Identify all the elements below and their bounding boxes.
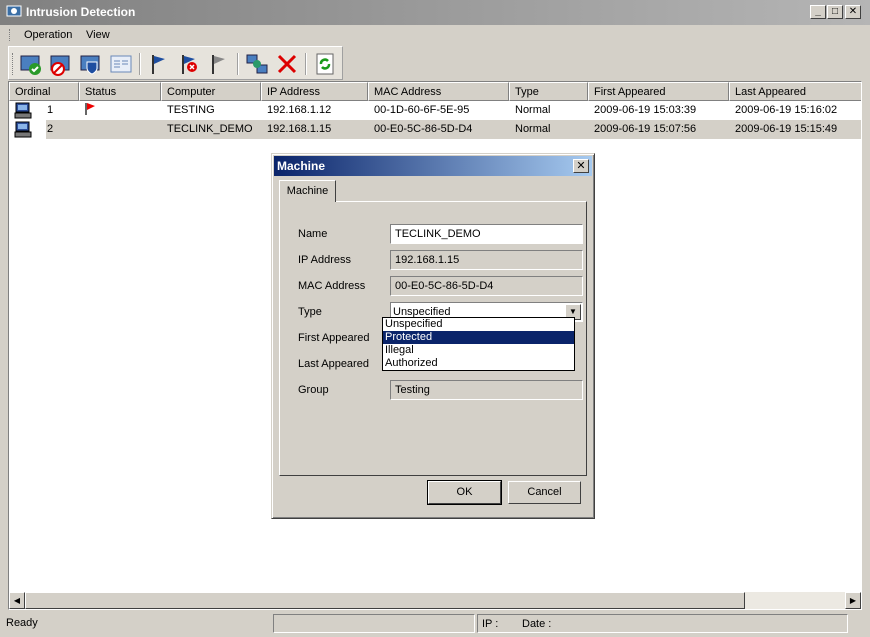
toolbar-separator [237, 53, 239, 75]
status-bar: Ready IP : Date : [0, 612, 870, 637]
flag-gray-icon[interactable] [207, 52, 231, 76]
column-header-type[interactable]: Type [509, 82, 588, 101]
computer-icon [14, 121, 32, 138]
computer-icon [14, 102, 32, 119]
group-field: Testing [390, 380, 583, 400]
cell-mac: 00-E0-5C-86-5D-D4 [374, 123, 473, 135]
cell-ordinal: 2 [47, 123, 54, 135]
scroll-thumb[interactable] [25, 592, 745, 609]
type-option-protected[interactable]: Protected [383, 331, 574, 344]
menu-bar: Operation View [0, 25, 870, 45]
type-option-illegal[interactable]: Illegal [383, 344, 574, 357]
cancel-button[interactable]: Cancel [508, 481, 581, 504]
toolbar-separator [305, 53, 307, 75]
cell-first-appeared: 2009-06-19 15:03:39 [594, 104, 697, 116]
cell-last-appeared: 2009-06-19 15:15:49 [735, 123, 838, 135]
menu-grip [9, 29, 11, 41]
accept-icon[interactable] [19, 52, 43, 76]
status-ready: Ready [6, 617, 38, 629]
group-label: Group [298, 384, 329, 396]
cell-computer: TESTING [167, 104, 215, 116]
first-appeared-label: First Appeared [298, 332, 370, 344]
dialog-title: Machine [277, 159, 326, 173]
column-header-computer[interactable]: Computer [161, 82, 261, 101]
type-option-unspecified[interactable]: Unspecified [383, 318, 574, 331]
cell-mac: 00-1D-60-6F-5E-95 [374, 104, 470, 116]
table-row[interactable]: 1 TESTING 192.168.1.12 00-1D-60-6F-5E-95… [9, 101, 861, 120]
status-info-pane: IP : Date : [477, 614, 848, 633]
shield-icon[interactable] [79, 52, 103, 76]
minimize-button[interactable]: _ [810, 5, 826, 19]
mac-address-label: MAC Address [298, 280, 366, 292]
cell-last-appeared: 2009-06-19 15:16:02 [735, 104, 838, 116]
toolbar-separator [139, 53, 141, 75]
scroll-left-arrow-icon[interactable]: ◀ [9, 592, 25, 609]
app-icon [6, 5, 22, 17]
cell-type: Normal [515, 123, 551, 135]
cell-ip: 192.168.1.12 [267, 104, 332, 116]
cell-computer: TECLINK_DEMO [167, 123, 253, 135]
cell-type: Normal [515, 104, 551, 116]
scroll-right-arrow-icon[interactable]: ▶ [845, 592, 861, 609]
mac-address-field: 00-E0-5C-86-5D-D4 [390, 276, 583, 296]
ip-address-field: 192.168.1.15 [390, 250, 583, 270]
horizontal-scrollbar[interactable]: ◀ ▶ [9, 592, 861, 609]
list-header: Ordinal Status Computer IP Address MAC A… [9, 82, 861, 101]
refresh-icon[interactable] [313, 52, 337, 76]
column-header-ip-address[interactable]: IP Address [261, 82, 368, 101]
menu-view[interactable]: View [86, 29, 110, 41]
column-header-first-appeared[interactable]: First Appeared [588, 82, 729, 101]
ok-button[interactable]: OK [427, 480, 502, 505]
cell-ordinal: 1 [47, 104, 54, 116]
close-button[interactable]: ✕ [845, 5, 861, 19]
name-label: Name [298, 228, 328, 240]
flag-blue-icon[interactable] [147, 52, 171, 76]
properties-icon[interactable] [109, 52, 133, 76]
column-header-status[interactable]: Status [79, 82, 161, 101]
type-label: Type [298, 306, 322, 318]
column-header-mac-address[interactable]: MAC Address [368, 82, 509, 101]
dialog-titlebar: Machine ✕ [274, 156, 592, 176]
name-field[interactable]: TECLINK_DEMO [390, 224, 583, 244]
status-ip-label: IP : [482, 618, 499, 630]
type-dropdown-list[interactable]: Unspecified Protected Illegal Authorized [382, 317, 575, 371]
type-option-authorized[interactable]: Authorized [383, 357, 574, 370]
dialog-close-icon[interactable]: ✕ [573, 159, 589, 173]
block-icon[interactable] [49, 52, 73, 76]
machine-dialog: Machine ✕ Machine Name TECLINK_DEMO IP A… [271, 153, 595, 519]
window-title: Intrusion Detection [26, 5, 136, 19]
ip-address-label: IP Address [298, 254, 351, 266]
network-icon[interactable] [245, 52, 269, 76]
delete-icon[interactable] [275, 52, 299, 76]
window-titlebar: Intrusion Detection _ □ ✕ [0, 0, 870, 25]
last-appeared-label: Last Appeared [298, 358, 369, 370]
flag-remove-icon[interactable] [177, 52, 201, 76]
status-date-label: Date : [522, 618, 552, 630]
toolbar-grip [12, 53, 13, 75]
cell-first-appeared: 2009-06-19 15:07:56 [594, 123, 697, 135]
menu-operation[interactable]: Operation [24, 29, 72, 41]
toolbar [8, 46, 343, 80]
column-header-last-appeared[interactable]: Last Appeared [729, 82, 861, 101]
cell-ip: 192.168.1.15 [267, 123, 332, 135]
status-progress-pane [273, 614, 475, 633]
maximize-button[interactable]: □ [827, 5, 843, 19]
flag-red-icon [85, 103, 95, 115]
column-header-ordinal[interactable]: Ordinal [9, 82, 79, 101]
tab-machine[interactable]: Machine [279, 180, 336, 202]
table-row[interactable]: 2 TECLINK_DEMO 192.168.1.15 00-E0-5C-86-… [9, 120, 861, 139]
